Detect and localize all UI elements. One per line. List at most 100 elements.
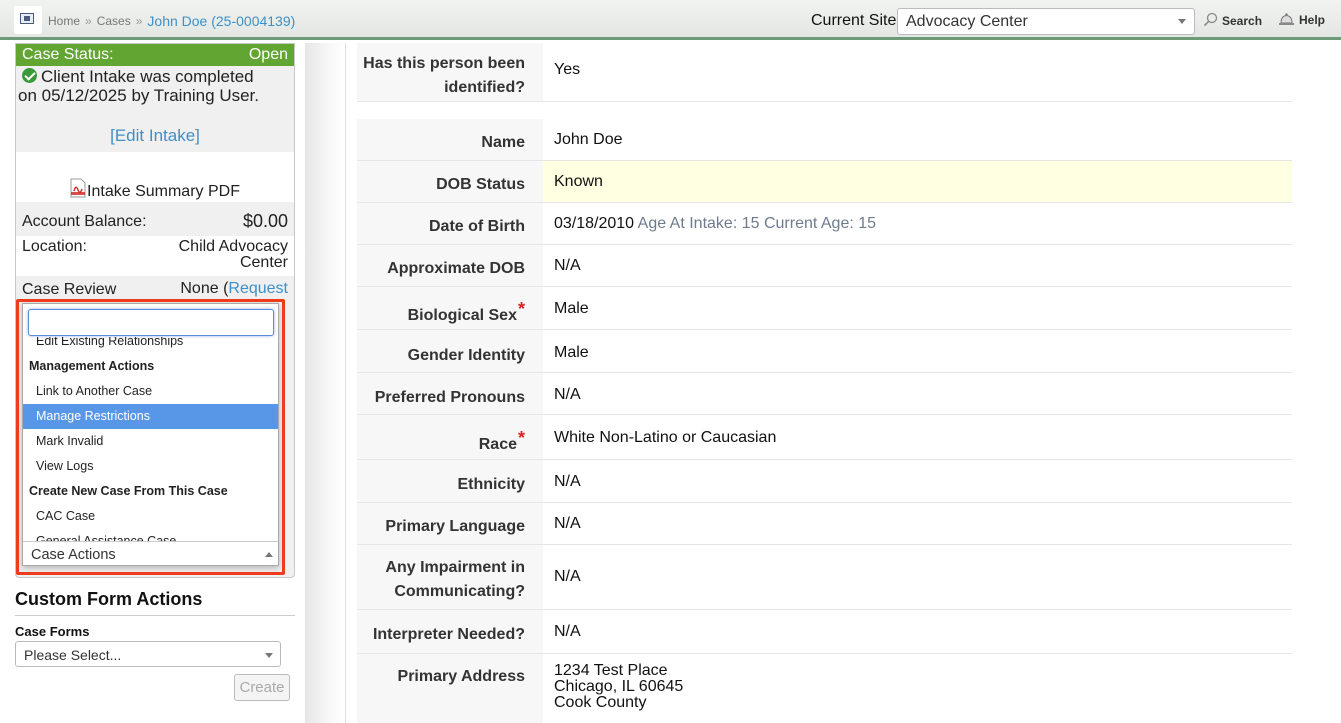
case-status-header: Case Status: Open [16,44,294,66]
field-label-approx-dob: Approximate DOB [387,260,525,277]
field-row-language: Primary Language N/A [357,503,1292,545]
location-value: Child Advocacy Center [179,239,288,271]
search-icon [1203,12,1218,27]
field-row-dob: Date of Birth 03/18/2010 Age At Intake: … [357,203,1292,245]
search-label: Search [1222,14,1263,28]
breadcrumb-home[interactable]: Home [48,14,80,28]
field-value-language: N/A [543,503,1292,544]
field-row-interpreter: Interpreter Needed? N/A [357,610,1292,654]
search-button[interactable]: Search [1203,12,1262,28]
intake-summary-pdf-label: Intake Summary PDF [87,183,240,200]
case-forms-select[interactable]: Please Select... [15,641,281,667]
annotation-highlight-frame [16,299,285,575]
field-value-address: 1234 Test Place Chicago, IL 60645 Cook C… [543,654,1292,723]
breadcrumb-separator: » [135,14,143,28]
pdf-icon [70,178,86,198]
field-value-identified: Yes [543,43,1292,101]
field-value-impairment: N/A [543,545,1292,609]
field-label-race: Race* [357,415,542,459]
field-label-pronouns: Preferred Pronouns [374,389,525,406]
field-row-address: Primary Address 1234 Test Place Chicago,… [357,654,1292,723]
bell-icon [1279,13,1294,25]
field-row-race: Race* White Non-Latino or Caucasian [357,415,1292,460]
breadcrumb-separator: » [85,14,92,28]
field-label-dob-status: DOB Status [436,176,525,193]
field-row-ethnicity: Ethnicity N/A [357,460,1292,503]
case-status-value: Open [248,46,288,63]
field-label-bio-sex: Biological Sex* [357,287,542,329]
check-circle-icon [22,68,37,83]
account-balance-row: Account Balance: $0.00 [16,208,294,236]
current-site-label: Current Site [811,12,897,29]
field-row-gender-identity: Gender Identity Male [357,330,1292,373]
field-value-gender-identity: Male [543,330,1292,372]
field-value-dob: 03/18/2010 Age At Intake: 15 Current Age… [543,203,1292,244]
current-site-select[interactable]: Advocacy Center [897,8,1195,35]
custom-form-actions-title: Custom Form Actions [15,589,203,609]
custom-form-divider [15,615,295,616]
help-label: Help [1299,13,1326,27]
field-label-gender-identity: Gender Identity [407,347,525,364]
field-value-interpreter: N/A [543,610,1292,653]
field-label-identified-line-2: identified? [444,79,525,96]
case-status-label: Case Status: [22,46,114,63]
intake-summary-pdf-link[interactable]: Intake Summary PDF [16,178,294,201]
intake-message: Client Intake was completed on 05/12/202… [16,67,294,105]
race-label-text: Race [478,436,517,453]
dob-age-info: Age At Intake: 15 Current Age: 15 [637,215,877,232]
field-label-ethnicity: Ethnicity [457,476,525,493]
field-row-dob-status: DOB Status Known [357,161,1292,203]
field-label-dob: Date of Birth [429,218,525,235]
field-label-name: Name [481,134,525,151]
case-review-request-link[interactable]: Request [228,280,288,297]
breadcrumb-case[interactable]: John Doe (25-0004139) [147,13,295,29]
field-row-pronouns: Preferred Pronouns N/A [357,373,1292,415]
field-value-name: John Doe [543,119,1292,160]
field-value-dob-status: Known [543,161,1292,202]
intake-line-2: on 05/12/2025 by Training User. [18,86,259,105]
location-value-line-2: Center [239,254,288,271]
address-line-3: Cook County [554,694,647,711]
help-button[interactable]: Help [1278,12,1325,27]
chevron-down-icon [265,653,273,658]
address-line-2: Chicago, IL 60645 [554,678,684,695]
field-label-identified-line-1: Has this person been [363,55,525,72]
chevron-down-icon [1178,19,1186,24]
address-line-1: 1234 Test Place [554,662,668,679]
location-label: Location: [22,238,87,255]
field-value-pronouns: N/A [543,373,1292,414]
account-balance-value: $0.00 [242,211,288,231]
current-site-value: Advocacy Center [906,13,1028,30]
case-review-row: Case Review None (Request [16,276,294,300]
required-asterisk: * [517,428,525,448]
case-review-label: Case Review [22,281,117,298]
bio-sex-label-text: Biological Sex [407,307,517,324]
field-row-impairment: Any Impairment in Communicating? N/A [357,545,1292,610]
top-bar: Home » Cases » John Doe (25-0004139) Current… [0,0,1341,40]
field-label-language: Primary Language [385,518,525,535]
create-button[interactable]: Create [234,674,290,701]
field-label-interpreter: Interpreter Needed? [372,626,525,643]
account-balance-label: Account Balance: [22,213,147,230]
case-forms-value: Please Select... [24,647,122,663]
field-value-approx-dob: N/A [543,245,1292,286]
dob-value: 03/18/2010 [554,215,635,232]
case-review-status: None ( [180,280,229,297]
field-value-race: White Non-Latino or Caucasian [543,415,1292,459]
field-row-name: Name John Doe [357,119,1292,161]
location-row: Location: Child Advocacy Center [16,236,294,276]
home-icon[interactable] [14,6,42,34]
field-row-bio-sex: Biological Sex* Male [357,287,1292,330]
edit-intake-link[interactable]: [Edit Intake] [16,126,294,146]
required-asterisk: * [517,299,525,319]
field-value-ethnicity: N/A [543,460,1292,502]
field-value-bio-sex: Male [543,287,1292,329]
field-row-identified: Has this person been identified? Yes [357,43,1292,102]
field-label-impairment: Any Impairment in Communicating? [357,545,542,609]
field-row-approx-dob: Approximate DOB N/A [357,245,1292,287]
case-forms-label: Case Forms [15,624,90,639]
field-label-impairment-line-1: Any Impairment in [385,559,525,576]
breadcrumb-cases[interactable]: Cases [97,14,131,28]
field-label-identified: Has this person been identified? [357,43,542,101]
sidebar-divider [305,43,345,723]
